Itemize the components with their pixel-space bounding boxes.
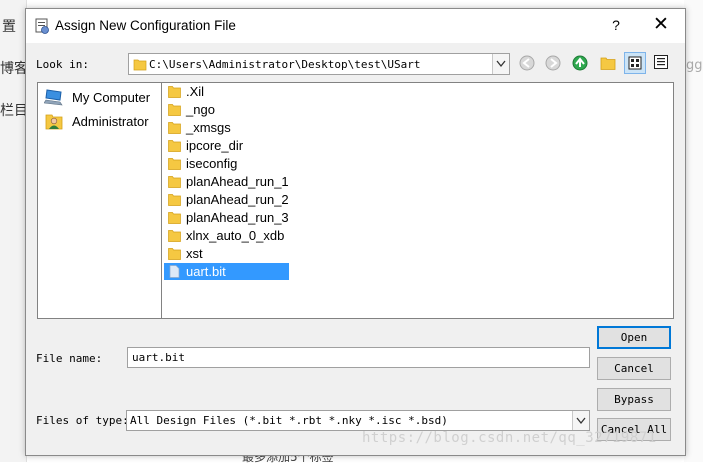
dialog-title: Assign New Configuration File [55, 18, 236, 33]
list-view-icon [628, 56, 642, 70]
file-name: xlnx_auto_0_xdb [186, 228, 285, 243]
title-bar[interactable]: Assign New Configuration File ? ✕ [26, 9, 685, 43]
file-name: _ngo [186, 102, 215, 117]
folder-icon [133, 59, 147, 71]
folder-icon [168, 230, 181, 242]
background-text-1: 置 [2, 19, 16, 35]
watermark: https://blog.csdn.net/qq_32719871 [362, 430, 657, 446]
file-name-input[interactable]: uart.bit [127, 347, 590, 368]
list-item[interactable]: xlnx_auto_0_xdb [164, 227, 288, 244]
folder-icon [168, 122, 181, 134]
look-in-label: Look in: [36, 58, 89, 71]
list-item[interactable]: .Xil [164, 83, 208, 100]
folder-icon [168, 140, 181, 152]
file-name: planAhead_run_1 [186, 174, 289, 189]
detail-view-icon[interactable] [653, 54, 669, 70]
list-item[interactable]: planAhead_run_2 [164, 191, 293, 208]
look-in-path: C:\Users\Administrator\Desktop\test\USar… [149, 58, 421, 71]
list-item[interactable]: xst [164, 245, 207, 262]
file-name: xst [186, 246, 203, 261]
list-item[interactable]: _xmsgs [164, 119, 235, 136]
file-name: .Xil [186, 84, 205, 99]
file-name: _xmsgs [186, 120, 231, 135]
file-list: .Xil _ngo _xmsgs ipcore_dir iseconfig pl… [161, 82, 674, 319]
chevron-down-icon [576, 417, 586, 425]
folder-icon [168, 158, 181, 170]
file-name: ipcore_dir [186, 138, 244, 153]
file-icon [169, 265, 180, 278]
computer-icon [44, 89, 63, 106]
file-name: iseconfig [186, 156, 238, 171]
background-right-text: gg [686, 58, 703, 73]
file-name: uart.bit [186, 264, 226, 279]
list-item[interactable]: iseconfig [164, 155, 241, 172]
folder-icon [168, 104, 181, 116]
back-icon[interactable] [519, 55, 535, 71]
folder-icon [168, 194, 181, 206]
file-name: planAhead_run_2 [186, 192, 289, 207]
help-button[interactable]: ? [606, 17, 626, 35]
close-button[interactable]: ✕ [650, 14, 672, 36]
chevron-down-icon [496, 60, 506, 68]
files-of-type-combo[interactable]: All Design Files (*.bit *.rbt *.nky *.is… [126, 410, 590, 431]
files-of-type-dropdown-button[interactable] [572, 411, 589, 430]
folder-icon [168, 176, 181, 188]
list-view-button[interactable] [624, 52, 646, 74]
look-in-combo[interactable]: C:\Users\Administrator\Desktop\test\USar… [128, 53, 510, 75]
files-of-type-label: Files of type: [36, 414, 129, 427]
places-sidebar: My Computer Administrator [37, 82, 162, 319]
file-name-label: File name: [36, 352, 103, 365]
file-name-value: uart.bit [132, 351, 185, 364]
files-of-type-value: All Design Files (*.bit *.rbt *.nky *.is… [130, 414, 448, 427]
list-item[interactable]: _ngo [164, 101, 219, 118]
user-folder-icon [45, 114, 63, 130]
background-text-2: 博客 [0, 61, 28, 77]
look-in-dropdown-button[interactable] [492, 54, 509, 74]
file-name: planAhead_run_3 [186, 210, 289, 225]
app-icon [35, 18, 49, 34]
list-item[interactable]: planAhead_run_3 [164, 209, 293, 226]
place-administrator[interactable]: Administrator [44, 111, 149, 131]
forward-icon[interactable] [545, 55, 561, 71]
cancel-button[interactable]: Cancel [597, 357, 671, 380]
bypass-button[interactable]: Bypass [597, 388, 671, 411]
background-text-3: 栏目 [0, 103, 28, 119]
list-item[interactable]: planAhead_run_1 [164, 173, 293, 190]
assign-config-file-dialog: Assign New Configuration File ? ✕ Look i… [25, 8, 686, 456]
up-folder-icon[interactable] [572, 55, 588, 71]
list-item-selected[interactable]: uart.bit [164, 263, 289, 280]
open-button[interactable]: Open [597, 326, 671, 349]
new-folder-icon[interactable] [600, 55, 616, 71]
folder-icon [168, 212, 181, 224]
place-label: Administrator [72, 113, 149, 129]
folder-icon [168, 248, 181, 260]
place-my-computer[interactable]: My Computer [44, 87, 150, 107]
list-item[interactable]: ipcore_dir [164, 137, 247, 154]
folder-icon [168, 86, 181, 98]
place-label: My Computer [72, 89, 151, 105]
